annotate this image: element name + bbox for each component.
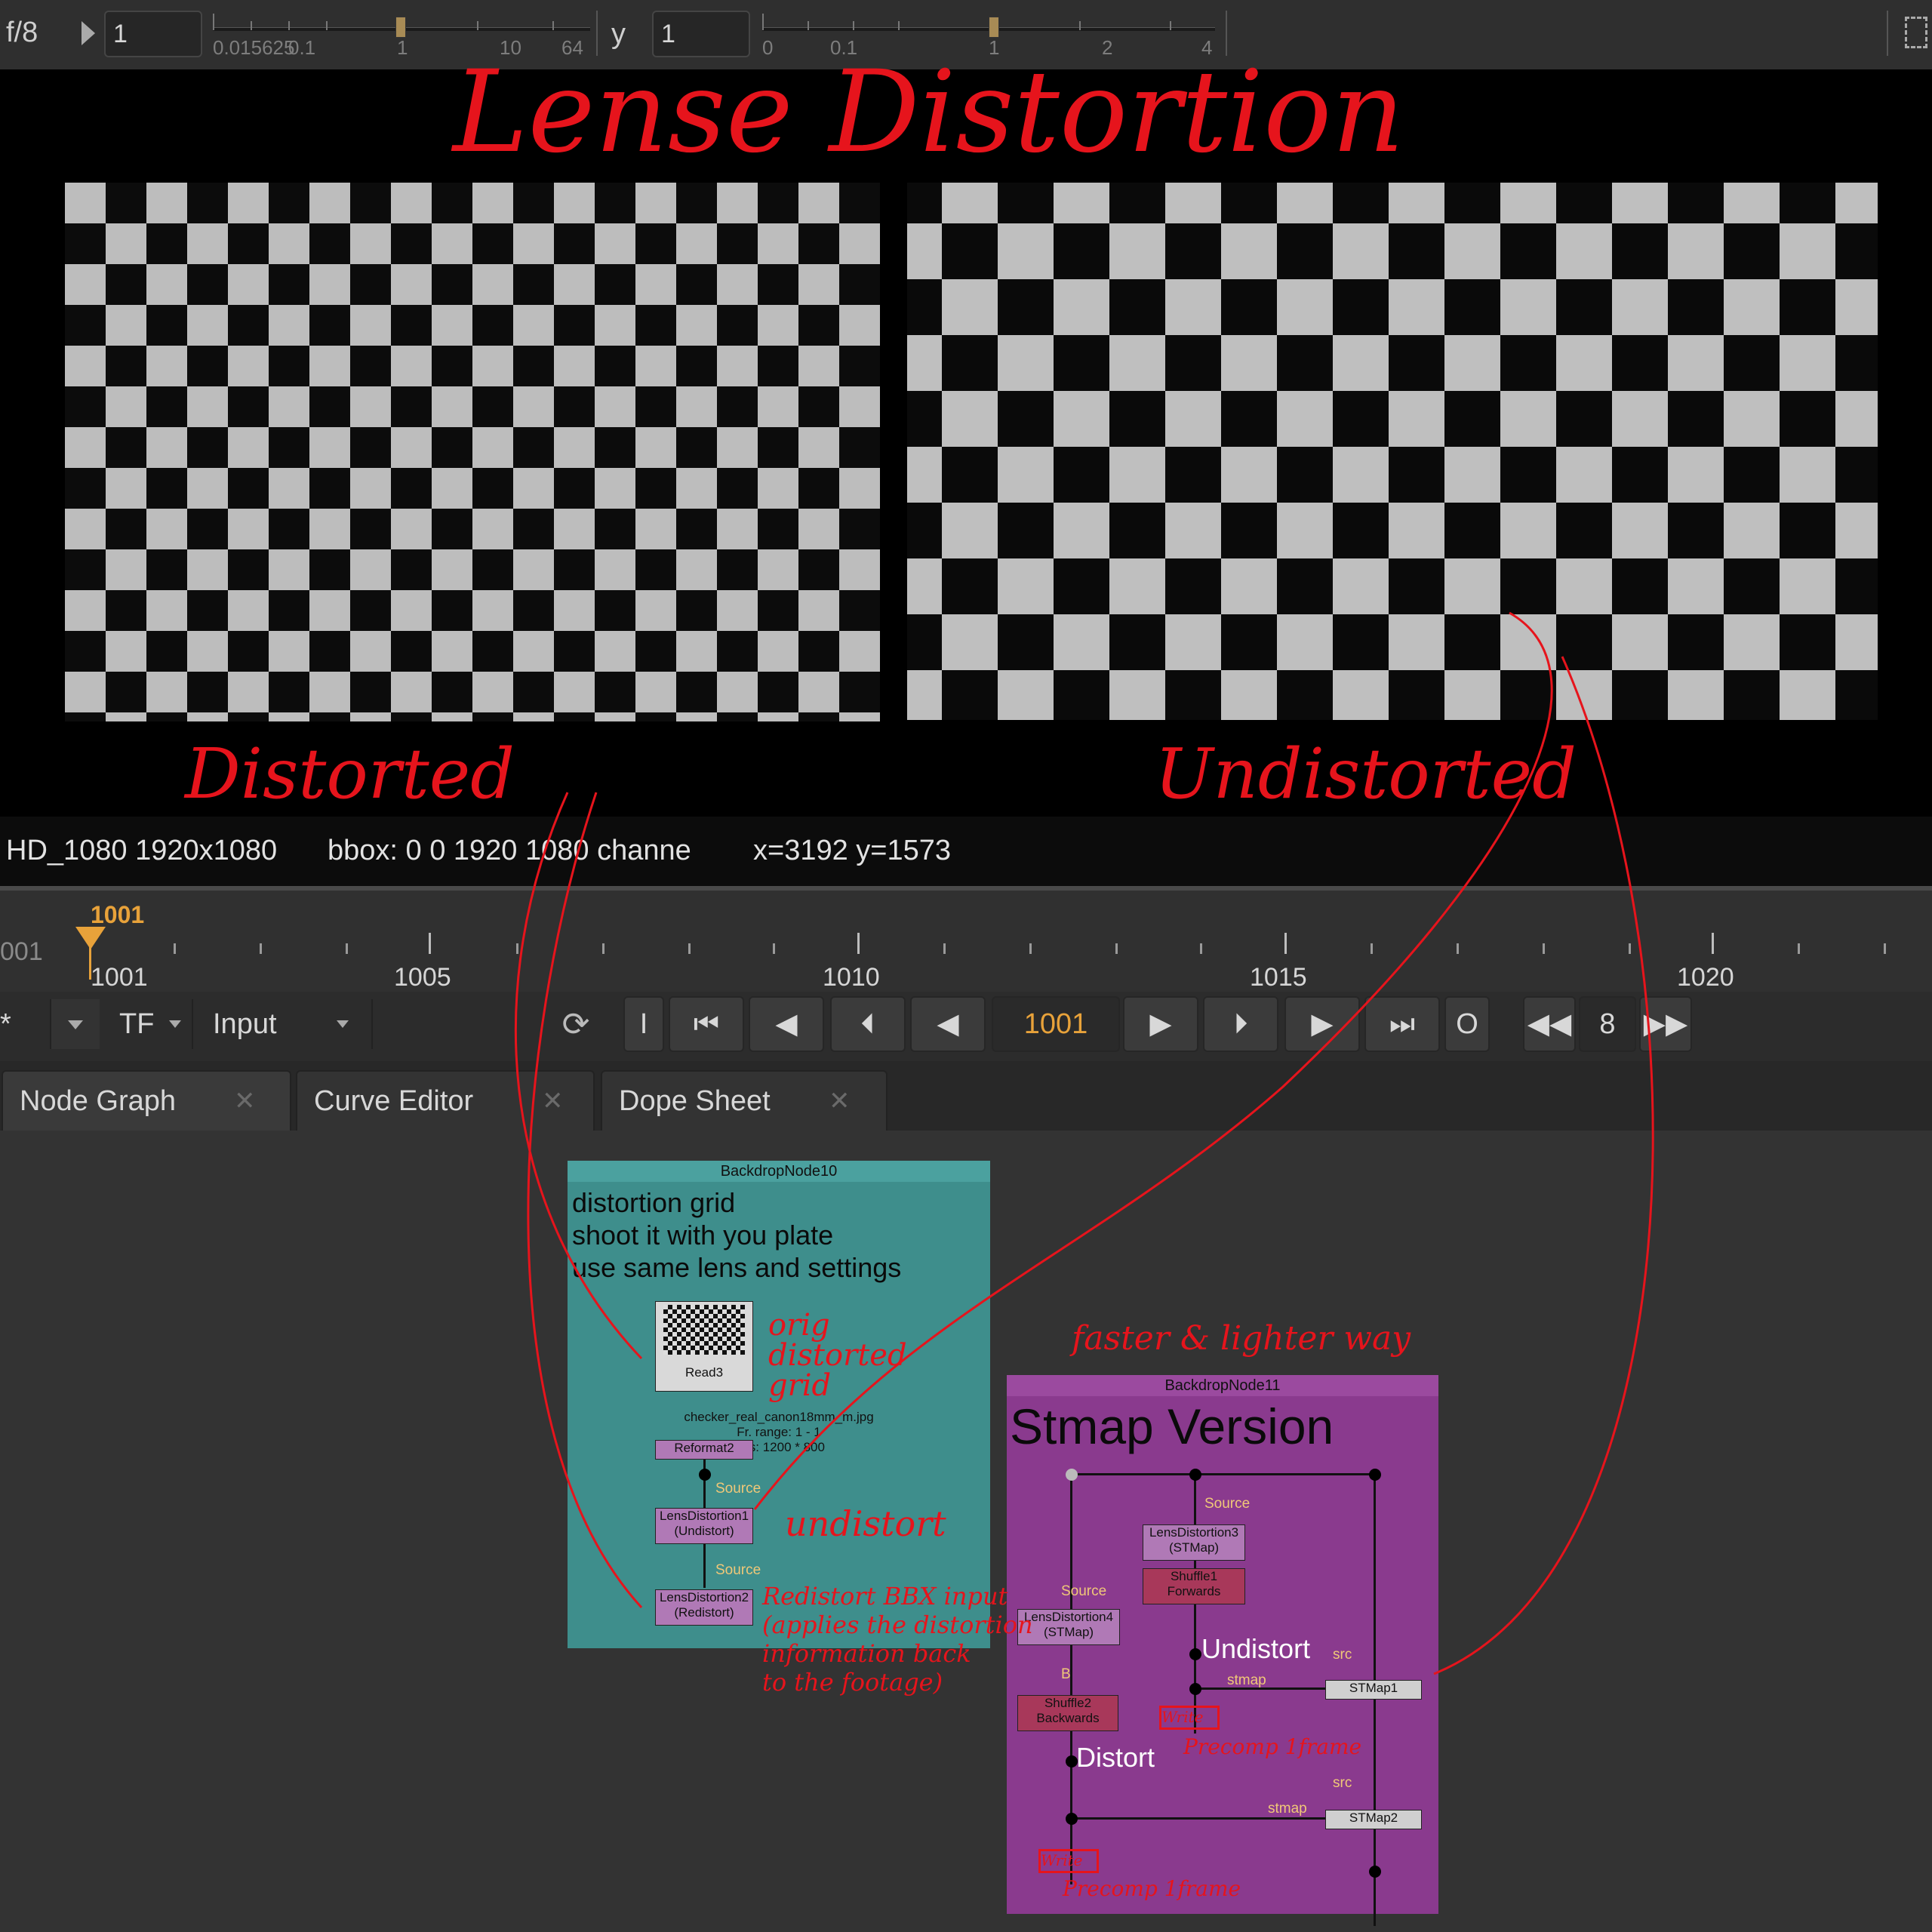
- annotation-arrows: [514, 611, 1654, 1675]
- arrow-undistorted-to-stmap1: [1433, 656, 1654, 1675]
- arrow-distorted-to-read: [514, 792, 643, 1360]
- arrow-undistorted-to-lens1: [753, 611, 1553, 1510]
